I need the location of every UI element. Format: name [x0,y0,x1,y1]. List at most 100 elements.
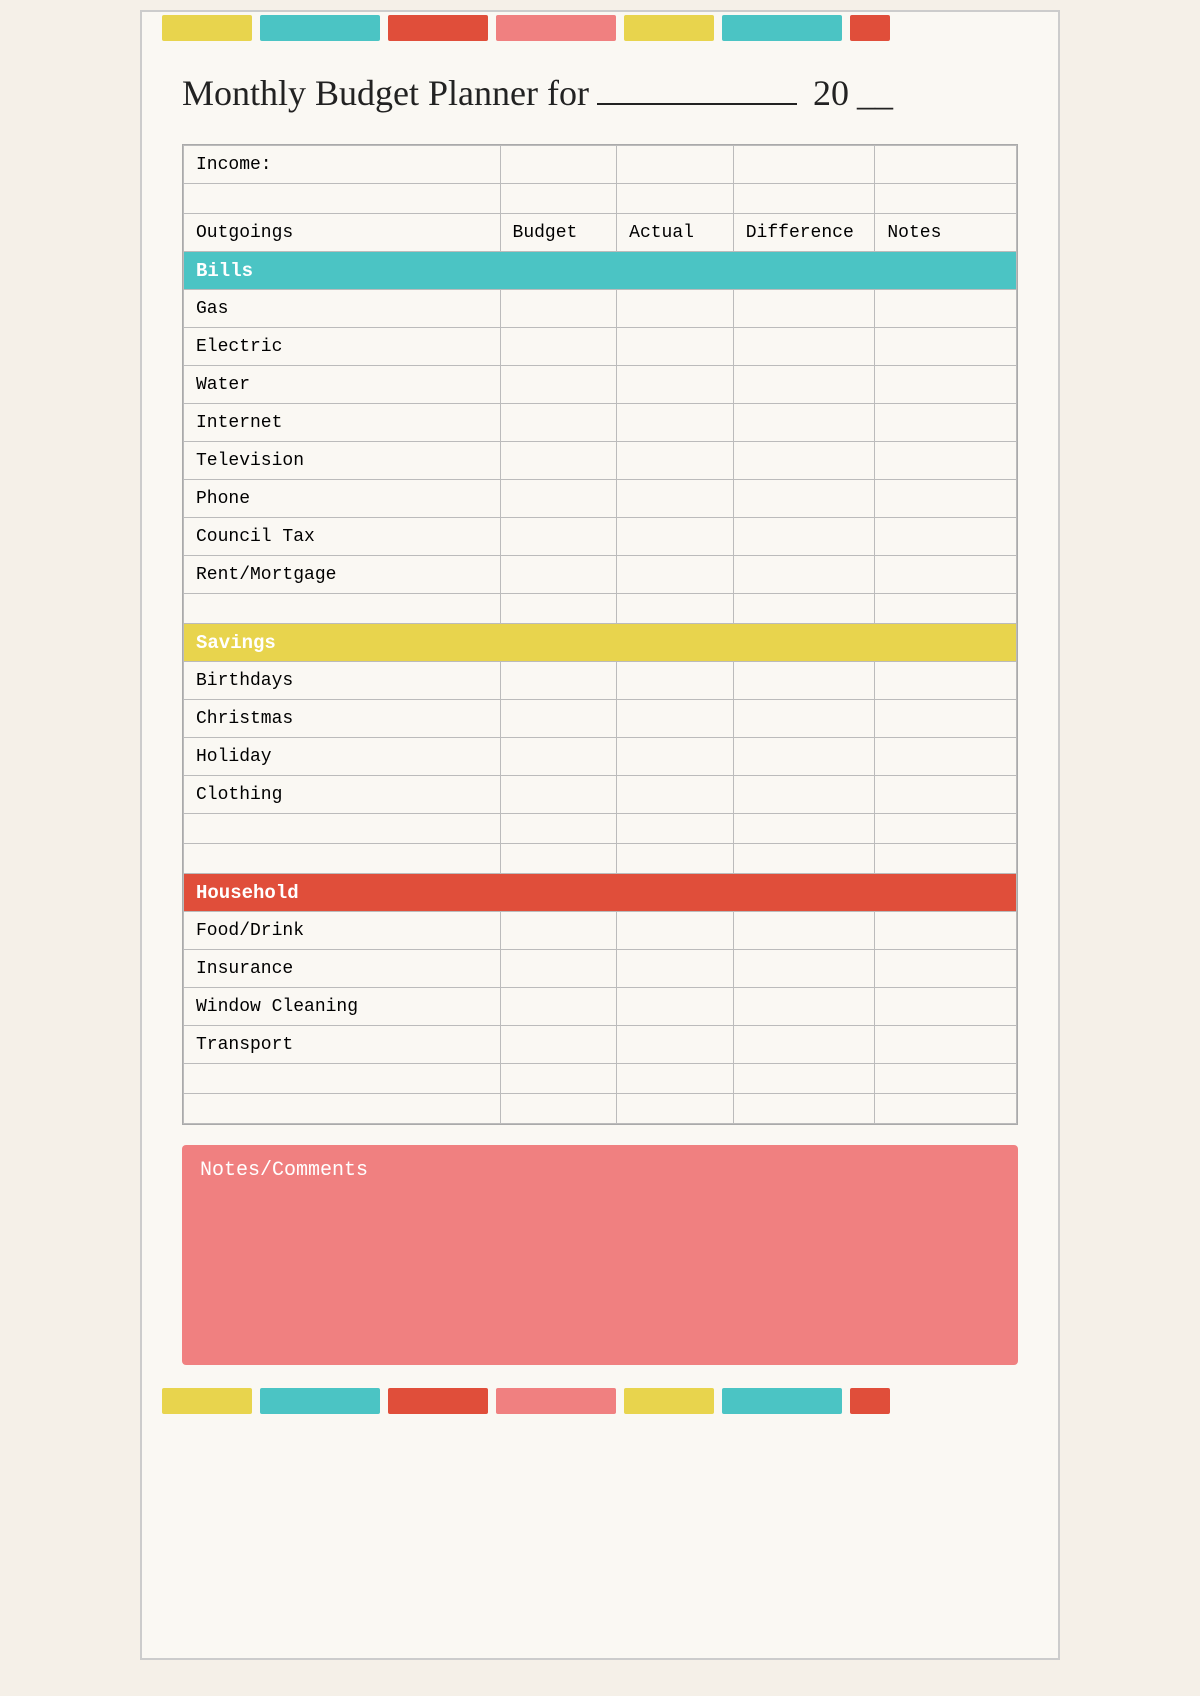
electric-budget[interactable] [500,328,617,366]
income-row: Income: [184,146,1017,184]
income-diff[interactable] [733,146,875,184]
holiday-notes[interactable] [875,738,1017,776]
spacer-household-2 [184,1094,1017,1124]
spacer-savings-1 [184,814,1017,844]
insurance-actual[interactable] [617,950,734,988]
food-drink-notes[interactable] [875,912,1017,950]
window-cleaning-notes[interactable] [875,988,1017,1026]
window-cleaning-actual[interactable] [617,988,734,1026]
food-drink-budget[interactable] [500,912,617,950]
row-window-cleaning: Window Cleaning [184,988,1017,1026]
title-text: Monthly Budget Planner for [182,72,589,114]
spacer-after-bills [184,594,1017,624]
holiday-actual[interactable] [617,738,734,776]
internet-actual[interactable] [617,404,734,442]
household-label: Household [184,874,1017,912]
television-notes[interactable] [875,442,1017,480]
insurance-budget[interactable] [500,950,617,988]
birthdays-actual[interactable] [617,662,734,700]
income-actual[interactable] [617,146,734,184]
water-notes[interactable] [875,366,1017,404]
budget-table: Income: Outgoings Budget Actual Differen… [183,145,1017,1124]
internet-budget[interactable] [500,404,617,442]
rent-mortgage-budget[interactable] [500,556,617,594]
clothing-label: Clothing [184,776,501,814]
clothing-notes[interactable] [875,776,1017,814]
holiday-label: Holiday [184,738,501,776]
television-actual[interactable] [617,442,734,480]
window-cleaning-label: Window Cleaning [184,988,501,1026]
spacer-household-1 [184,1064,1017,1094]
row-gas: Gas [184,290,1017,328]
council-tax-diff[interactable] [733,518,875,556]
row-rent-mortgage: Rent/Mortgage [184,556,1017,594]
page-header: Monthly Budget Planner for 20__ [142,44,1058,134]
clothing-actual[interactable] [617,776,734,814]
window-cleaning-diff[interactable] [733,988,875,1026]
internet-label: Internet [184,404,501,442]
spacer-savings-2 [184,844,1017,874]
top-deco-bar [142,12,1058,44]
food-drink-diff[interactable] [733,912,875,950]
rent-mortgage-notes[interactable] [875,556,1017,594]
birthdays-diff[interactable] [733,662,875,700]
phone-diff[interactable] [733,480,875,518]
council-tax-budget[interactable] [500,518,617,556]
christmas-diff[interactable] [733,700,875,738]
christmas-actual[interactable] [617,700,734,738]
gas-notes[interactable] [875,290,1017,328]
transport-actual[interactable] [617,1026,734,1064]
income-budget[interactable] [500,146,617,184]
phone-notes[interactable] [875,480,1017,518]
phone-budget[interactable] [500,480,617,518]
rent-mortgage-actual[interactable] [617,556,734,594]
notes-title: Notes/Comments [200,1159,1000,1182]
window-cleaning-budget[interactable] [500,988,617,1026]
christmas-notes[interactable] [875,700,1017,738]
insurance-diff[interactable] [733,950,875,988]
month-blank[interactable] [597,103,797,105]
clothing-budget[interactable] [500,776,617,814]
transport-budget[interactable] [500,1026,617,1064]
col-difference: Difference [733,214,875,252]
gas-budget[interactable] [500,290,617,328]
bottom-deco-block-2 [260,1388,380,1414]
holiday-diff[interactable] [733,738,875,776]
council-tax-notes[interactable] [875,518,1017,556]
bottom-deco-block-1 [162,1388,252,1414]
television-budget[interactable] [500,442,617,480]
section-bills-header: Bills [184,252,1017,290]
section-savings-header: Savings [184,624,1017,662]
gas-diff[interactable] [733,290,875,328]
electric-actual[interactable] [617,328,734,366]
insurance-notes[interactable] [875,950,1017,988]
television-diff[interactable] [733,442,875,480]
electric-notes[interactable] [875,328,1017,366]
bottom-deco-bar [142,1385,1058,1417]
water-actual[interactable] [617,366,734,404]
council-tax-actual[interactable] [617,518,734,556]
phone-actual[interactable] [617,480,734,518]
holiday-budget[interactable] [500,738,617,776]
electric-diff[interactable] [733,328,875,366]
food-drink-actual[interactable] [617,912,734,950]
deco-block-6 [722,15,842,41]
phone-label: Phone [184,480,501,518]
birthdays-budget[interactable] [500,662,617,700]
gas-actual[interactable] [617,290,734,328]
rent-mortgage-diff[interactable] [733,556,875,594]
transport-diff[interactable] [733,1026,875,1064]
birthdays-notes[interactable] [875,662,1017,700]
income-notes[interactable] [875,146,1017,184]
water-diff[interactable] [733,366,875,404]
water-budget[interactable] [500,366,617,404]
deco-block-7 [850,15,890,41]
clothing-diff[interactable] [733,776,875,814]
row-holiday: Holiday [184,738,1017,776]
transport-notes[interactable] [875,1026,1017,1064]
council-tax-label: Council Tax [184,518,501,556]
internet-diff[interactable] [733,404,875,442]
internet-notes[interactable] [875,404,1017,442]
deco-block-1 [162,15,252,41]
christmas-budget[interactable] [500,700,617,738]
